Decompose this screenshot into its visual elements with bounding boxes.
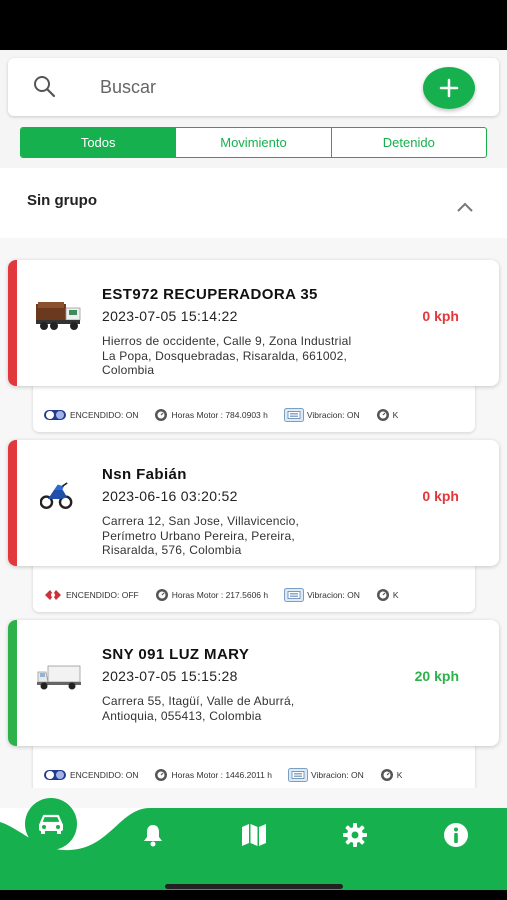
vibration-status: Vibracion: ON xyxy=(283,408,360,422)
ignition-label: ENCENDIDO: OFF xyxy=(66,590,139,600)
gauge-icon xyxy=(155,589,168,601)
info-icon xyxy=(444,823,468,847)
engine-hours: Horas Motor : 1446.2011 h xyxy=(154,768,272,782)
vehicle-name: Nsn Fabián xyxy=(102,466,187,483)
search-input[interactable] xyxy=(100,72,400,102)
system-bottom-bar xyxy=(0,890,507,900)
home-indicator[interactable] xyxy=(165,884,343,889)
extra-label: K xyxy=(392,590,399,600)
vehicle-card[interactable]: EST972 RECUPERADORA 35 2023-07-05 15:14:… xyxy=(8,260,499,386)
gauge-icon xyxy=(376,409,389,421)
gear-icon xyxy=(343,823,367,847)
vehicle-address: Carrera 12, San Jose, Villavicencio, Per… xyxy=(102,514,300,557)
vehicle-item: ENCENDIDO: ON Horas Motor : 784.0903 h V… xyxy=(0,260,507,438)
vibration-icon xyxy=(287,768,308,782)
vehicle-speed: 0 kph xyxy=(422,488,459,504)
vehicle-speed: 0 kph xyxy=(422,308,459,324)
tab-movimiento[interactable]: Movimiento xyxy=(176,128,332,157)
vehicle-card[interactable]: SNY 091 LUZ MARY 2023-07-05 15:15:28 Car… xyxy=(8,620,499,746)
vibration-label: Vibracion: ON xyxy=(310,770,364,780)
group-title: Sin grupo xyxy=(27,192,97,209)
vehicle-datetime: 2023-07-05 15:15:28 xyxy=(102,668,238,684)
status-indicator xyxy=(8,440,17,566)
bottom-navigation xyxy=(0,798,507,890)
nav-vehicles-button[interactable] xyxy=(25,798,77,850)
list-bottom xyxy=(0,788,507,808)
vehicle-item: ENCENDIDO: ON Horas Motor : 1446.2011 h xyxy=(0,620,507,798)
app-screen: Todos Movimiento Detenido Sin grupo xyxy=(0,50,507,890)
engine-hours-label: Horas Motor : 217.5606 h xyxy=(171,590,269,600)
nav-settings-button[interactable] xyxy=(342,822,368,848)
search-bar xyxy=(8,58,499,116)
ignition-off-icon xyxy=(45,590,61,600)
ignition-label: ENCENDIDO: ON xyxy=(70,410,139,420)
engine-hours: Horas Motor : 784.0903 h xyxy=(154,408,268,422)
ignition-status: ENCENDIDO: ON xyxy=(43,769,138,781)
extra-status: K xyxy=(380,768,403,782)
extra-label: K xyxy=(392,410,399,420)
engine-hours: Horas Motor : 217.5606 h xyxy=(155,588,268,602)
vehicle-item: ENCENDIDO: OFF Horas Motor : 217.5606 h xyxy=(0,440,507,618)
extra-status: K xyxy=(376,588,399,602)
gauge-icon xyxy=(155,409,168,421)
gauge-icon xyxy=(376,589,389,601)
extra-status: K xyxy=(376,408,399,422)
nav-map-button[interactable] xyxy=(241,822,267,848)
vehicle-datetime: 2023-07-05 15:14:22 xyxy=(102,308,238,324)
vibration-status: Vibracion: ON xyxy=(287,768,364,782)
bell-icon xyxy=(144,825,162,847)
motorcycle-icon xyxy=(40,482,73,509)
ignition-status: ENCENDIDO: OFF xyxy=(43,588,139,602)
car-icon xyxy=(39,814,63,834)
map-icon xyxy=(242,824,266,846)
ignition-status: ENCENDIDO: ON xyxy=(43,409,138,421)
plus-icon xyxy=(439,78,459,98)
dump-truck-icon xyxy=(36,302,81,330)
box-truck-icon xyxy=(37,665,81,690)
vibration-icon xyxy=(283,408,304,422)
group-header[interactable]: Sin grupo xyxy=(0,168,507,238)
search-icon[interactable] xyxy=(32,74,58,100)
status-bar-top xyxy=(0,0,507,50)
add-button[interactable] xyxy=(423,67,475,109)
vibration-status: Vibracion: ON xyxy=(284,588,360,602)
gauge-icon xyxy=(380,769,393,781)
vehicle-list: ENCENDIDO: ON Horas Motor : 784.0903 h V… xyxy=(0,238,507,792)
ignition-on-icon xyxy=(44,410,66,420)
vibration-icon xyxy=(284,588,305,602)
status-indicator xyxy=(8,620,17,746)
vehicle-address: Carrera 55, Itagüí, Valle de Aburrá, Ant… xyxy=(102,694,295,723)
vibration-label: Vibracion: ON xyxy=(306,410,360,420)
vehicle-address: Hierros de occidente, Calle 9, Zona Indu… xyxy=(102,334,352,377)
tab-todos[interactable]: Todos xyxy=(21,128,177,157)
chevron-up-icon[interactable] xyxy=(456,201,474,213)
engine-hours-label: Horas Motor : 784.0903 h xyxy=(171,410,268,420)
vehicle-name: SNY 091 LUZ MARY xyxy=(102,646,250,663)
nav-alerts-button[interactable] xyxy=(140,822,166,848)
vehicle-card[interactable]: Nsn Fabián 2023-06-16 03:20:52 Carrera 1… xyxy=(8,440,499,566)
ignition-on-icon xyxy=(44,770,66,780)
gauge-icon xyxy=(155,769,168,781)
extra-label: K xyxy=(396,770,403,780)
status-indicator xyxy=(8,260,17,386)
tab-detenido[interactable]: Detenido xyxy=(332,128,486,157)
vehicle-name: EST972 RECUPERADORA 35 xyxy=(102,286,318,303)
filter-tabs: Todos Movimiento Detenido xyxy=(20,127,487,158)
engine-hours-label: Horas Motor : 1446.2011 h xyxy=(171,770,272,780)
vehicle-datetime: 2023-06-16 03:20:52 xyxy=(102,488,238,504)
ignition-label: ENCENDIDO: ON xyxy=(70,770,139,780)
nav-info-button[interactable] xyxy=(443,822,469,848)
vehicle-speed: 20 kph xyxy=(414,668,459,684)
vibration-label: Vibracion: ON xyxy=(307,590,360,600)
